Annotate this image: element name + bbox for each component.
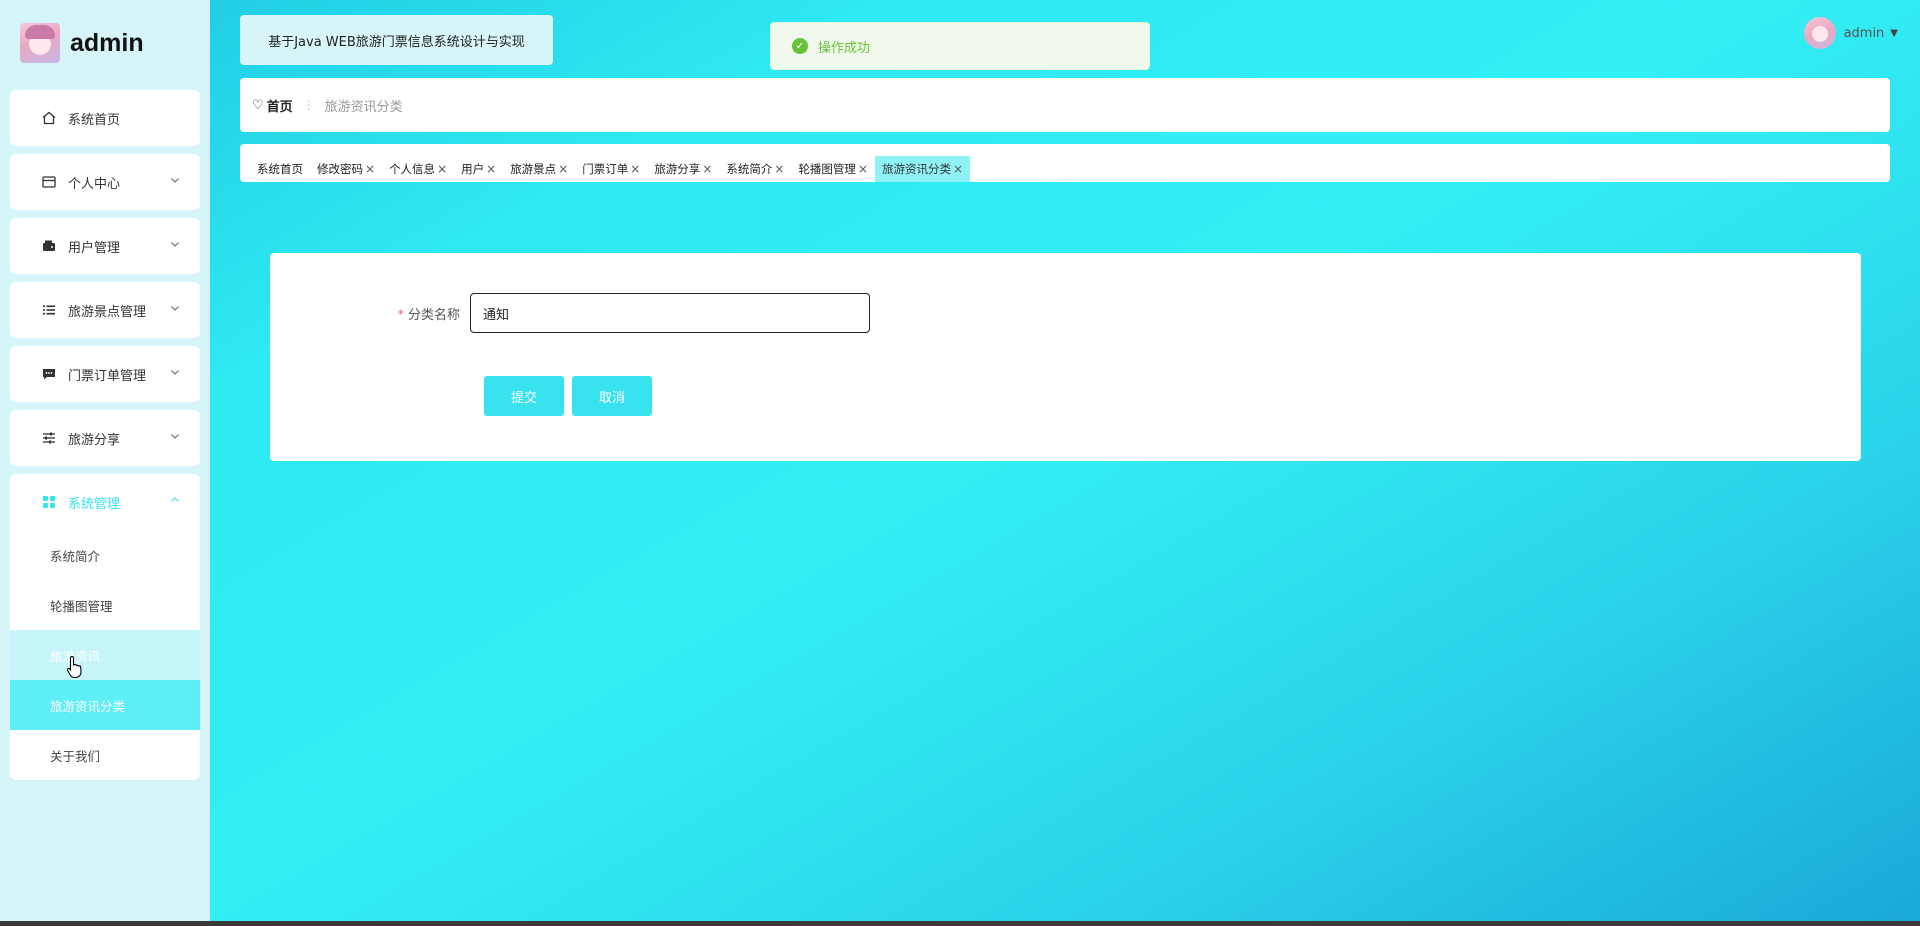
close-icon[interactable]: × bbox=[486, 162, 496, 176]
close-icon[interactable]: × bbox=[365, 162, 375, 176]
grid-icon bbox=[40, 493, 58, 511]
chevron-down-icon bbox=[170, 238, 180, 248]
tag-label: 系统简介 bbox=[726, 162, 773, 176]
breadcrumb-current: 旅游资讯分类 bbox=[324, 99, 403, 115]
close-icon[interactable]: × bbox=[953, 162, 963, 176]
tags-view: 系统首页 修改密码 × 个人信息 × 用户 × 旅游景点 × 门票订单 × 旅游分享 × 系… bbox=[240, 144, 1890, 182]
tag-label: 门票订单 bbox=[582, 162, 629, 176]
breadcrumb: ♡ 首页 ⋮ 旅游资讯分类 bbox=[240, 78, 1890, 132]
user-name: admin bbox=[1843, 25, 1885, 41]
chevron-down-icon bbox=[170, 174, 180, 184]
tag-scenic-spot[interactable]: 旅游景点 × bbox=[503, 156, 575, 182]
tag-user[interactable]: 用户 × bbox=[454, 156, 503, 182]
chat-icon bbox=[40, 365, 58, 383]
chevron-up-icon bbox=[170, 494, 180, 509]
cancel-button[interactable]: 取消 bbox=[572, 376, 652, 416]
sidebar-item-system-management[interactable]: 系统管理 bbox=[10, 474, 200, 530]
tag-travel-news-category[interactable]: 旅游资讯分类 × bbox=[875, 156, 971, 182]
tag-label: 轮播图管理 bbox=[798, 162, 856, 176]
chevron-down-icon bbox=[170, 430, 180, 440]
sidebar-subitem-system-intro[interactable]: 系统简介 bbox=[10, 530, 200, 580]
sidebar-subitem-travel-news-category[interactable]: 旅游资讯分类 bbox=[10, 680, 200, 730]
list-icon bbox=[40, 301, 58, 319]
sidebar-group-system-management: 系统管理 系统简介 轮播图管理 旅游资讯 旅游资讯分类 关于我们 bbox=[10, 474, 200, 780]
sidebar-item-label: 系统管理 bbox=[68, 496, 121, 512]
sidebar-menu: 系统首页 个人中心 用户管理 旅游景点管理 门票订单管理 旅游分享 系统管理 系… bbox=[10, 90, 200, 780]
card-icon bbox=[40, 173, 58, 191]
brand-avatar bbox=[20, 23, 60, 63]
close-icon[interactable]: × bbox=[858, 162, 868, 176]
sidebar: admin 系统首页 个人中心 用户管理 旅游景点管理 门票订单管理 旅游分享 … bbox=[0, 0, 210, 926]
sidebar-subitem-about-us[interactable]: 关于我们 bbox=[10, 730, 200, 780]
brand-title: admin bbox=[70, 28, 144, 57]
sidebar-item-scenic-spot-management[interactable]: 旅游景点管理 bbox=[10, 282, 200, 338]
chevron-down-icon bbox=[170, 366, 180, 376]
tag-label: 个人信息 bbox=[389, 162, 436, 176]
brand: admin bbox=[20, 22, 144, 64]
tag-label: 旅游分享 bbox=[654, 162, 701, 176]
sidebar-item-label: 用户管理 bbox=[68, 240, 121, 256]
tag-label: 旅游资讯分类 bbox=[882, 162, 951, 176]
sidebar-item-travel-share[interactable]: 旅游分享 bbox=[10, 410, 200, 466]
user-avatar bbox=[1803, 17, 1836, 49]
tag-home[interactable]: 系统首页 bbox=[250, 156, 310, 182]
category-form: *分类名称 提交 取消 bbox=[270, 253, 1861, 461]
category-name-input[interactable] bbox=[470, 293, 870, 333]
tag-carousel-management[interactable]: 轮播图管理 × bbox=[791, 156, 875, 182]
tag-label: 修改密码 bbox=[317, 162, 363, 176]
sidebar-item-label: 旅游分享 bbox=[68, 432, 121, 448]
tag-label: 系统首页 bbox=[257, 162, 303, 176]
taskbar-strip bbox=[0, 921, 1920, 926]
wallet-icon bbox=[40, 237, 58, 255]
check-circle-icon: ✓ bbox=[792, 38, 808, 54]
tag-travel-share[interactable]: 旅游分享 × bbox=[647, 156, 719, 182]
tag-change-password[interactable]: 修改密码 × bbox=[310, 156, 382, 182]
sidebar-item-label: 个人中心 bbox=[68, 176, 121, 192]
sidebar-subitem-travel-news[interactable]: 旅游资讯 bbox=[10, 630, 200, 680]
field-label-text: 分类名称 bbox=[407, 307, 460, 323]
form-row-category-name: * 分类名称 bbox=[270, 293, 870, 333]
sidebar-item-label: 门票订单管理 bbox=[68, 368, 147, 384]
sidebar-item-personal-center[interactable]: 个人中心 bbox=[10, 154, 200, 210]
breadcrumb-home[interactable]: 首页 bbox=[267, 96, 293, 115]
success-toast: ✓ 操作成功 bbox=[770, 22, 1150, 70]
user-menu[interactable]: admin ▼ bbox=[1803, 17, 1898, 49]
tag-personal-info[interactable]: 个人信息 × bbox=[382, 156, 454, 182]
close-icon[interactable]: × bbox=[702, 162, 712, 176]
breadcrumb-separator-icon: ⋮ bbox=[302, 98, 315, 112]
sidebar-item-ticket-order-management[interactable]: 门票订单管理 bbox=[10, 346, 200, 402]
close-icon[interactable]: × bbox=[630, 162, 640, 176]
sidebar-item-label: 系统首页 bbox=[68, 112, 121, 128]
sliders-icon bbox=[40, 429, 58, 447]
sidebar-subitem-carousel-management[interactable]: 轮播图管理 bbox=[10, 580, 200, 630]
tag-ticket-order[interactable]: 门票订单 × bbox=[575, 156, 647, 182]
sidebar-item-home[interactable]: 系统首页 bbox=[10, 90, 200, 146]
sidebar-item-label: 旅游景点管理 bbox=[68, 304, 147, 320]
tag-system-intro[interactable]: 系统简介 × bbox=[719, 156, 791, 182]
close-icon[interactable]: × bbox=[558, 162, 568, 176]
tag-label: 用户 bbox=[461, 162, 485, 176]
system-title: 基于Java WEB旅游门票信息系统设计与实现 bbox=[240, 15, 553, 65]
hand-cursor-icon bbox=[66, 655, 82, 679]
toast-message: 操作成功 bbox=[818, 40, 871, 56]
chevron-down-icon bbox=[170, 302, 180, 312]
close-icon[interactable]: × bbox=[774, 162, 784, 176]
category-name-label: * 分类名称 bbox=[270, 304, 470, 323]
close-icon[interactable]: × bbox=[437, 162, 447, 176]
required-mark: * bbox=[397, 307, 404, 323]
caret-down-icon: ▼ bbox=[1890, 27, 1898, 39]
heart-icon: ♡ bbox=[252, 97, 264, 113]
tag-label: 旅游景点 bbox=[510, 162, 557, 176]
submit-button[interactable]: 提交 bbox=[484, 376, 564, 416]
home-icon bbox=[40, 109, 58, 127]
sidebar-item-user-management[interactable]: 用户管理 bbox=[10, 218, 200, 274]
